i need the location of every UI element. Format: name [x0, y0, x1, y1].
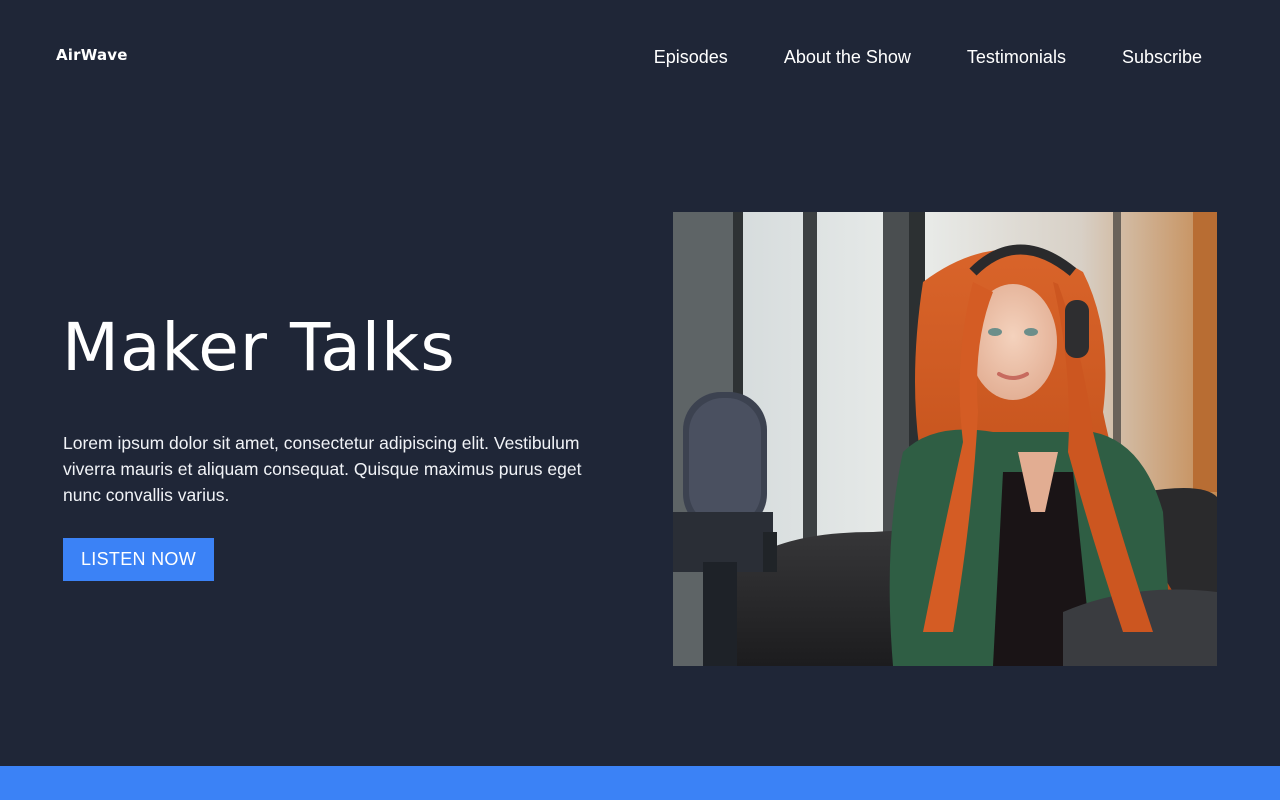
hero-title: Maker Talks — [62, 309, 456, 386]
bottom-accent-band — [0, 766, 1280, 800]
main-nav: Episodes About the Show Testimonials Sub… — [654, 46, 1202, 68]
nav-link-episodes[interactable]: Episodes — [654, 46, 728, 68]
hero-description: Lorem ipsum dolor sit amet, consectetur … — [63, 433, 582, 505]
host-photo-illustration — [673, 212, 1217, 666]
hero-image-podcast-host — [673, 212, 1217, 666]
site-logo[interactable]: AirWave — [56, 46, 128, 64]
nav-link-testimonials[interactable]: Testimonials — [967, 46, 1066, 68]
nav-link-subscribe[interactable]: Subscribe — [1122, 46, 1202, 68]
listen-now-button[interactable]: LISTEN NOW — [63, 538, 214, 581]
nav-link-about[interactable]: About the Show — [784, 46, 911, 68]
landing-page: AirWave Episodes About the Show Testimon… — [0, 0, 1280, 800]
